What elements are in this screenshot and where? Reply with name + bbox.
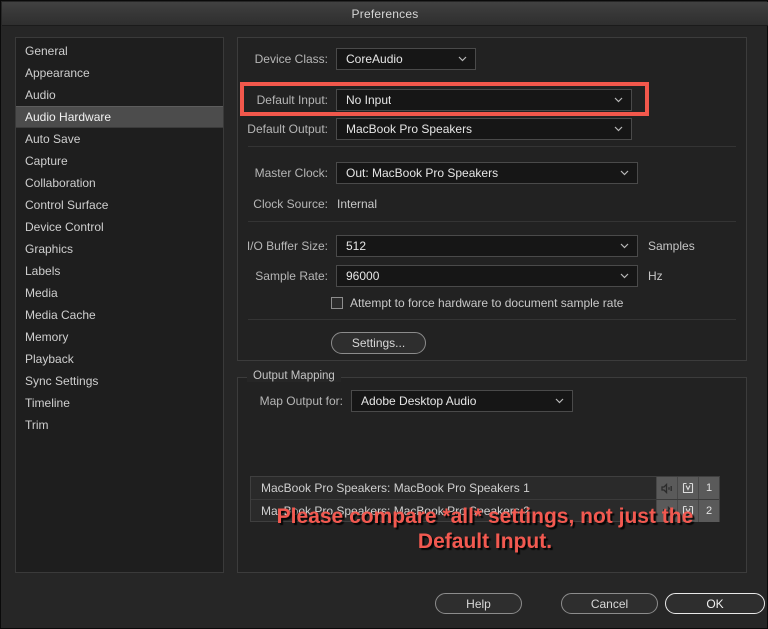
chevron-down-icon bbox=[458, 54, 467, 63]
settings-button[interactable]: Settings... bbox=[331, 332, 426, 354]
sidebar-item-timeline[interactable]: Timeline bbox=[16, 392, 223, 414]
io-buffer-size-row: I/O Buffer Size: 512 Samples bbox=[246, 235, 695, 257]
output-mapping-row-label: MacBook Pro Speakers: MacBook Pro Speake… bbox=[261, 503, 530, 518]
default-input-row: Default Input: No Input bbox=[246, 89, 632, 111]
chevron-down-icon bbox=[620, 168, 629, 177]
map-output-for-dropdown[interactable]: Adobe Desktop Audio bbox=[351, 390, 573, 412]
sidebar-item-media[interactable]: Media bbox=[16, 282, 223, 304]
ok-button[interactable]: OK bbox=[665, 593, 765, 614]
io-buffer-size-dropdown[interactable]: 512 bbox=[336, 235, 638, 257]
sample-rate-row: Sample Rate: 96000 Hz bbox=[246, 265, 663, 287]
io-buffer-size-unit: Samples bbox=[648, 239, 695, 253]
chevron-down-icon bbox=[620, 271, 629, 280]
io-buffer-size-value: 512 bbox=[346, 239, 367, 253]
dialog-button-bar: Help Cancel OK bbox=[237, 583, 765, 615]
sidebar-item-audio-hardware[interactable]: Audio Hardware bbox=[16, 106, 223, 128]
clip-icon[interactable] bbox=[677, 477, 698, 499]
chevron-down-icon bbox=[614, 124, 623, 133]
sidebar-item-media-cache[interactable]: Media Cache bbox=[16, 304, 223, 326]
default-output-dropdown[interactable]: MacBook Pro Speakers bbox=[336, 118, 632, 140]
sidebar-item-capture[interactable]: Capture bbox=[16, 150, 223, 172]
chevron-down-icon bbox=[555, 396, 564, 405]
default-output-value: MacBook Pro Speakers bbox=[346, 122, 473, 136]
map-output-for-value: Adobe Desktop Audio bbox=[361, 394, 477, 408]
output-mapping-row-controls: 2 bbox=[656, 500, 719, 522]
force-sample-rate-checkbox[interactable] bbox=[331, 297, 343, 309]
sidebar-item-appearance[interactable]: Appearance bbox=[16, 62, 223, 84]
clock-source-value: Internal bbox=[337, 197, 378, 211]
map-output-for-row: Map Output for: Adobe Desktop Audio bbox=[246, 390, 573, 412]
default-output-label: Default Output: bbox=[247, 122, 328, 136]
sample-rate-dropdown[interactable]: 96000 bbox=[336, 265, 638, 287]
output-mapping-row[interactable]: MacBook Pro Speakers: MacBook Pro Speake… bbox=[251, 477, 719, 499]
section-divider bbox=[248, 221, 736, 222]
output-mapping-row-label: MacBook Pro Speakers: MacBook Pro Speake… bbox=[261, 481, 530, 495]
io-buffer-size-label: I/O Buffer Size: bbox=[246, 239, 328, 253]
device-class-dropdown[interactable]: CoreAudio bbox=[336, 48, 476, 70]
sidebar-item-graphics[interactable]: Graphics bbox=[16, 238, 223, 260]
master-clock-value: Out: MacBook Pro Speakers bbox=[346, 166, 499, 180]
output-mapping-channel-number[interactable]: 1 bbox=[698, 477, 719, 499]
sidebar-item-device-control[interactable]: Device Control bbox=[16, 216, 223, 238]
clock-source-row: Clock Source: Internal bbox=[246, 193, 377, 215]
sample-rate-label: Sample Rate: bbox=[255, 269, 328, 283]
sidebar-item-audio[interactable]: Audio bbox=[16, 84, 223, 106]
window-title: Preferences bbox=[351, 6, 419, 21]
audio-hardware-pane: Device Class: CoreAudio Default Input: N… bbox=[237, 37, 755, 573]
sidebar-item-general[interactable]: General bbox=[16, 40, 223, 62]
sidebar-item-playback[interactable]: Playback bbox=[16, 348, 223, 370]
device-settings-group: Device Class: CoreAudio Default Input: N… bbox=[237, 37, 747, 361]
output-mapping-channel-number[interactable]: 2 bbox=[698, 500, 719, 522]
sample-rate-unit: Hz bbox=[648, 269, 663, 283]
force-sample-rate-label: Attempt to force hardware to document sa… bbox=[350, 296, 624, 310]
output-mapping-legend: Output Mapping bbox=[247, 370, 341, 382]
master-clock-row: Master Clock: Out: MacBook Pro Speakers bbox=[246, 162, 638, 184]
sidebar-item-collaboration[interactable]: Collaboration bbox=[16, 172, 223, 194]
section-divider bbox=[248, 319, 736, 320]
map-output-for-label: Map Output for: bbox=[259, 394, 343, 408]
default-input-label: Default Input: bbox=[256, 93, 328, 107]
preferences-category-list[interactable]: General Appearance Audio Audio Hardware Auto… bbox=[15, 37, 224, 573]
preferences-window: Preferences General Appearance Audio Audio … bbox=[0, 0, 768, 629]
speaker-left-icon[interactable] bbox=[656, 500, 677, 522]
section-divider bbox=[248, 146, 736, 147]
sidebar-item-memory[interactable]: Memory bbox=[16, 326, 223, 348]
device-class-row: Device Class: CoreAudio bbox=[246, 48, 476, 70]
force-sample-rate-row[interactable]: Attempt to force hardware to document sa… bbox=[331, 296, 623, 310]
cancel-button[interactable]: Cancel bbox=[561, 593, 658, 614]
default-output-row: Default Output: MacBook Pro Speakers bbox=[246, 118, 632, 140]
help-button[interactable]: Help bbox=[435, 593, 522, 614]
default-input-dropdown[interactable]: No Input bbox=[336, 89, 632, 111]
master-clock-dropdown[interactable]: Out: MacBook Pro Speakers bbox=[336, 162, 638, 184]
device-class-label: Device Class: bbox=[254, 52, 328, 66]
chevron-down-icon bbox=[620, 241, 629, 250]
output-mapping-group: Output Mapping Map Output for: Adobe Des… bbox=[237, 370, 747, 573]
speaker-right-icon[interactable] bbox=[656, 477, 677, 499]
clip-icon[interactable] bbox=[677, 500, 698, 522]
sample-rate-value: 96000 bbox=[346, 269, 380, 283]
output-mapping-row[interactable]: MacBook Pro Speakers: MacBook Pro Speake… bbox=[251, 499, 719, 522]
sidebar-item-control-surface[interactable]: Control Surface bbox=[16, 194, 223, 216]
device-class-value: CoreAudio bbox=[346, 52, 403, 66]
title-bar: Preferences bbox=[2, 2, 768, 26]
default-input-value: No Input bbox=[346, 93, 392, 107]
sidebar-item-trim[interactable]: Trim bbox=[16, 414, 223, 436]
sidebar-item-labels[interactable]: Labels bbox=[16, 260, 223, 282]
sidebar-item-auto-save[interactable]: Auto Save bbox=[16, 128, 223, 150]
clock-source-label: Clock Source: bbox=[253, 197, 328, 211]
output-mapping-row-controls: 1 bbox=[656, 477, 719, 499]
sidebar-item-sync-settings[interactable]: Sync Settings bbox=[16, 370, 223, 392]
chevron-down-icon bbox=[614, 95, 623, 104]
master-clock-label: Master Clock: bbox=[254, 166, 328, 180]
output-mapping-list[interactable]: MacBook Pro Speakers: MacBook Pro Speake… bbox=[250, 476, 720, 522]
